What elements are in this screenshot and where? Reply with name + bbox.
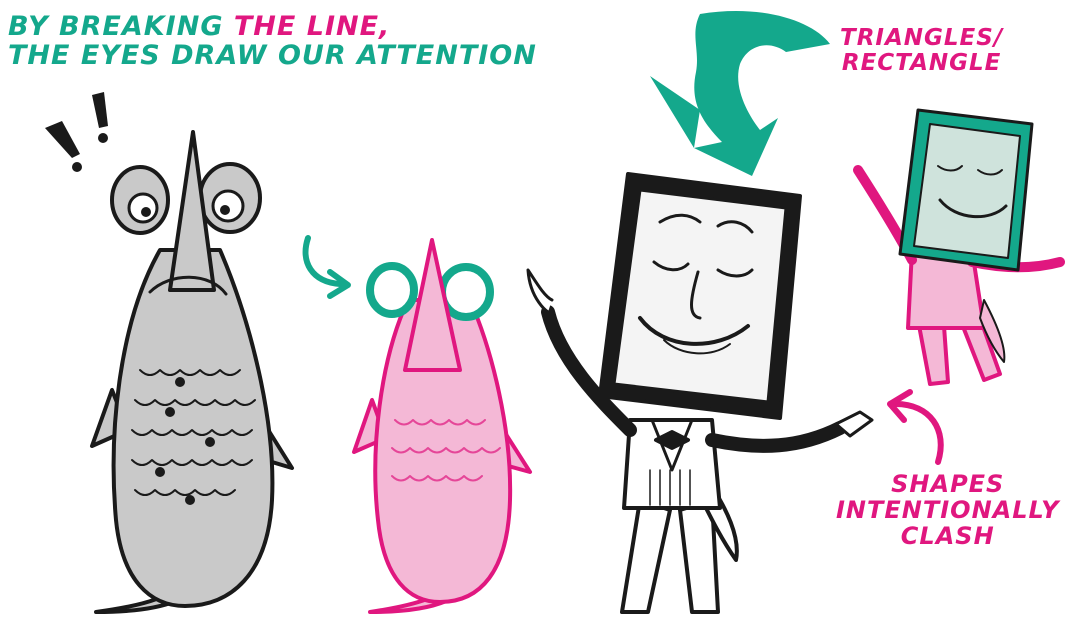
pink-anteater-creature	[352, 238, 532, 614]
exclamation-marks	[45, 92, 108, 172]
triangles-label-line-2: RECTANGLE	[841, 49, 1002, 76]
teal-arrow-large	[694, 10, 830, 176]
headline: BY BREAKING THE LINE, THE EYES DRAW OUR …	[8, 12, 537, 70]
clash-label-line-1: SHAPES	[891, 470, 1005, 498]
triangles-rectangle-label: TRIANGLES/ RECTANGLE	[840, 26, 1003, 76]
headline-line-2: THE EYES DRAW OUR ATTENTION	[8, 40, 537, 72]
rectangle-head-gentleman	[526, 172, 874, 614]
headline-part-2: THE LINE,	[233, 11, 391, 42]
pink-arrow	[893, 401, 944, 465]
illustration-canvas: BY BREAKING THE LINE, THE EYES DRAW OUR …	[0, 0, 1079, 638]
clash-label-line-3: CLASH	[900, 521, 995, 550]
shapes-clash-label: SHAPES INTENTIONALLY CLASH	[836, 470, 1060, 550]
pink-gentleman-tv-head	[853, 108, 1065, 386]
headline-part-1: BY BREAKING	[8, 11, 234, 42]
gray-anteater-creature	[90, 130, 294, 614]
clash-label-line-2: INTENTIONALLY	[836, 495, 1060, 524]
triangles-label-line-1: TRIANGLES/	[840, 25, 1004, 51]
